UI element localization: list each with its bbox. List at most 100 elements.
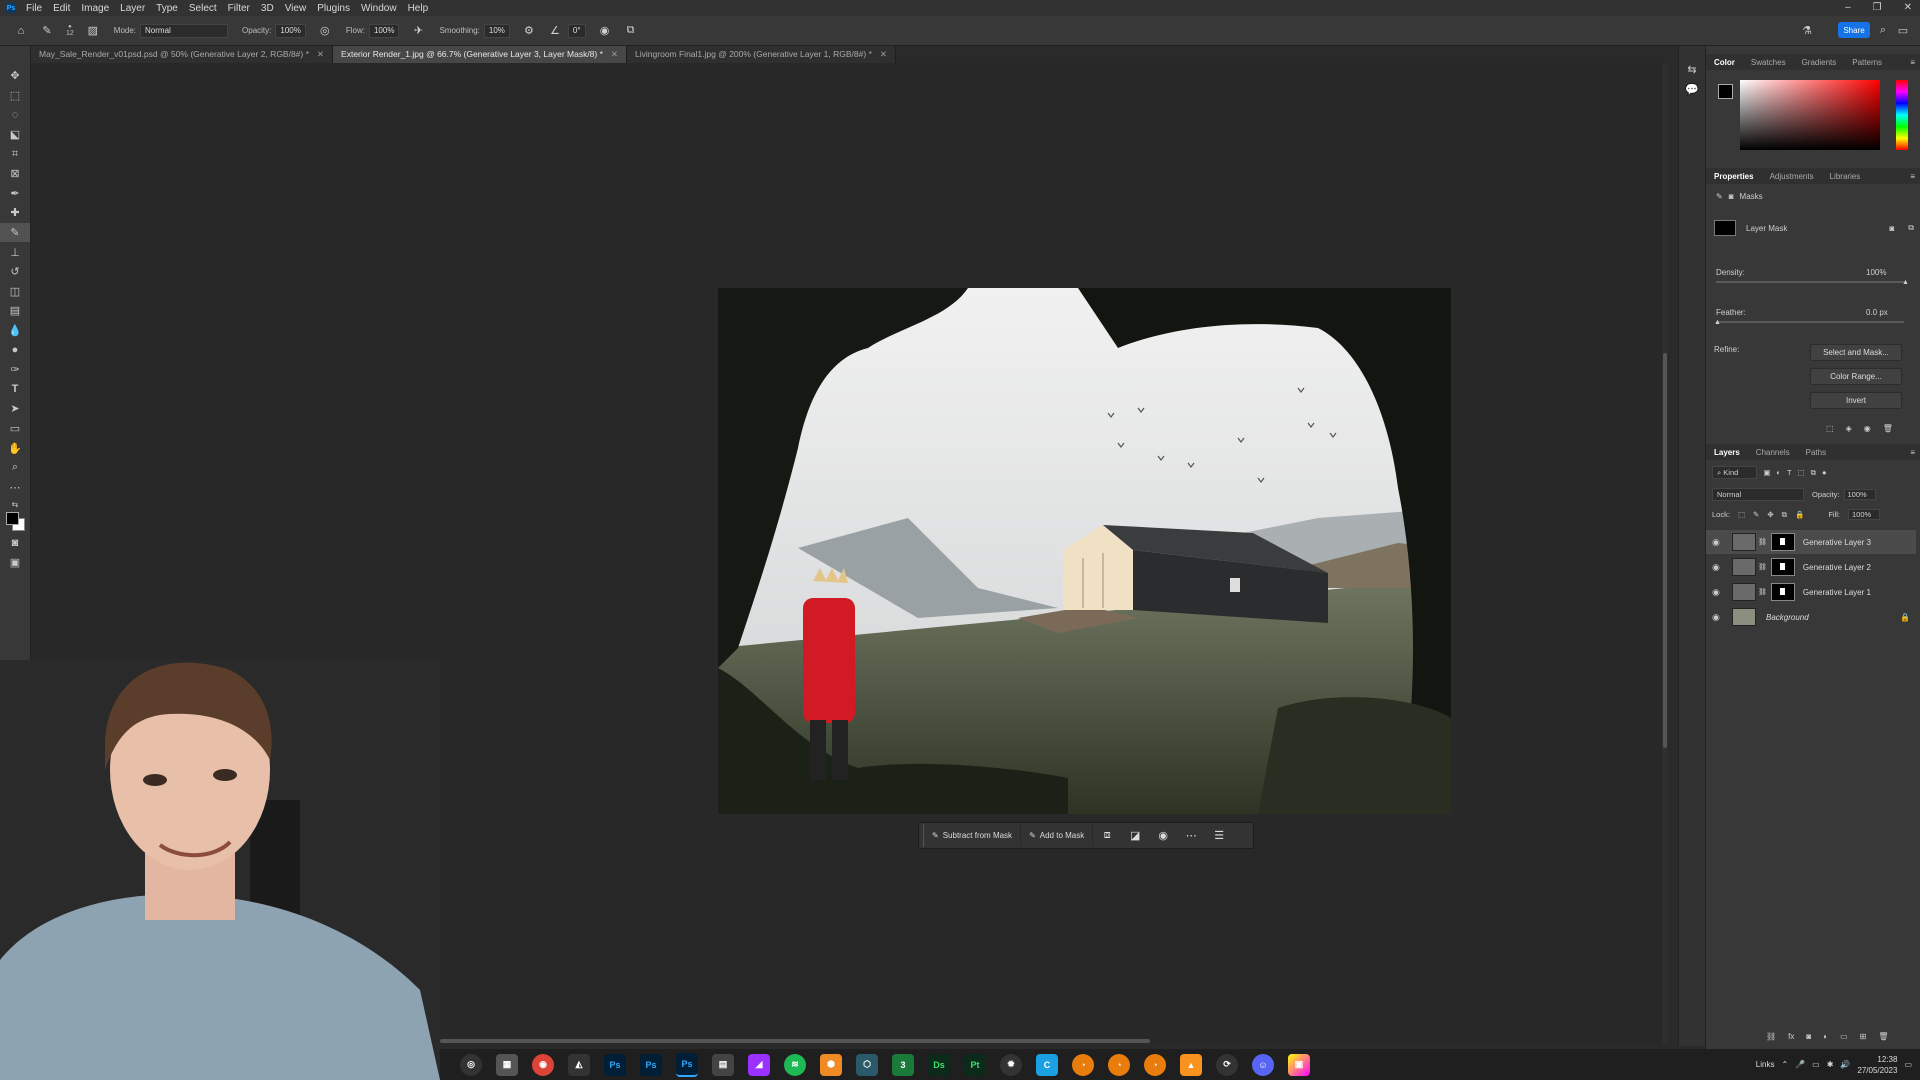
tab-color[interactable]: Color (1706, 58, 1743, 67)
select-pixel-mask-icon[interactable]: ◙ (1889, 224, 1894, 233)
app-purple-icon[interactable]: ◢ (748, 1053, 770, 1076)
adjustment-layer-icon[interactable]: ◐ (1823, 1032, 1828, 1041)
lock-position-icon[interactable]: ✥ (1767, 510, 1773, 519)
lock-transparent-icon[interactable]: ⬚ (1738, 510, 1745, 519)
photoshop-icon[interactable]: Ps (604, 1053, 626, 1076)
layer-mask-thumbnail[interactable] (1770, 558, 1795, 576)
tab-gradients[interactable]: Gradients (1794, 58, 1845, 67)
subtract-from-mask-button[interactable]: ✎ Subtract from Mask (924, 824, 1022, 847)
search-icon[interactable]: ⌕ (1876, 23, 1890, 37)
app-c-icon[interactable]: C (1036, 1053, 1058, 1076)
tab-may-sale-render[interactable]: May_Sale_Render_v01psd.psd @ 50% (Genera… (31, 46, 334, 63)
app-3-icon[interactable]: 3 (892, 1053, 914, 1076)
close-window-icon[interactable]: ✕ (1904, 2, 1912, 13)
tab-livingroom-final[interactable]: Livingroom Final1.jpg @ 200% (Generative… (627, 46, 896, 63)
painter-icon[interactable]: Pt (964, 1053, 986, 1076)
network-icon[interactable]: ▭ (1812, 1060, 1820, 1069)
filter-shape-icon[interactable]: ⬚ (1798, 468, 1805, 477)
toolbar-grip[interactable] (0, 46, 30, 66)
blender-3-icon[interactable]: ◔ (1144, 1053, 1166, 1076)
rectangle-tool-icon[interactable]: ▭ (0, 419, 30, 439)
lasso-tool-icon[interactable]: ◌ (0, 105, 30, 125)
tab-paths[interactable]: Paths (1798, 448, 1834, 457)
app-icon-4[interactable]: ◭ (568, 1053, 590, 1076)
pen-tool-icon[interactable]: ✑ (0, 360, 30, 380)
eye-icon[interactable]: ◉ (1712, 562, 1728, 573)
filter-toggle-icon[interactable]: ● (1822, 468, 1827, 477)
flask-icon[interactable]: ⚗ (1800, 23, 1814, 37)
layer-mask-thumbnail[interactable] (1714, 220, 1736, 236)
add-to-mask-button[interactable]: ✎ Add to Mask (1021, 824, 1094, 847)
foreground-color-swatch[interactable] (6, 512, 19, 526)
load-selection-icon[interactable]: ⬚ (1826, 424, 1834, 433)
minimize-icon[interactable]: – (1845, 2, 1851, 13)
share-button[interactable]: Share (1838, 22, 1870, 38)
lock-image-icon[interactable]: ✎ (1753, 510, 1759, 519)
eraser-tool-icon[interactable]: ◫ (0, 282, 30, 302)
blur-tool-icon[interactable]: 💧 (0, 321, 30, 341)
menu-select[interactable]: Select (189, 3, 217, 14)
more-tools-icon[interactable]: ⋯ (0, 477, 30, 497)
eyedropper-tool-icon[interactable]: ✒ (0, 184, 30, 204)
link-icon[interactable]: ⛓ (1758, 588, 1767, 596)
close-icon[interactable]: ✕ (880, 46, 887, 63)
smoothing-settings-icon[interactable]: ⚙ (522, 24, 536, 38)
more-options-icon[interactable]: ⋯ (1177, 824, 1205, 847)
apply-mask-icon[interactable]: ◈ (1846, 424, 1852, 433)
home-icon[interactable]: ⌂ (14, 24, 28, 38)
select-and-mask-button[interactable]: Select and Mask... (1810, 344, 1902, 361)
photoshop-logo-icon[interactable]: Ps (6, 3, 16, 13)
layer-mask-thumbnail[interactable] (1770, 533, 1795, 551)
fill-field[interactable]: 100% (1848, 509, 1881, 520)
comments-panel-icon[interactable]: 💬 (1679, 80, 1705, 100)
flow-field[interactable]: 100% (368, 23, 400, 38)
bluetooth-icon[interactable]: ✱ (1827, 1060, 1834, 1069)
visibility-icon[interactable]: ◉ (1864, 424, 1871, 433)
notifications-icon[interactable]: ▭ (1904, 1060, 1912, 1069)
menu-help[interactable]: Help (408, 3, 429, 14)
vertical-scrollbar-thumb[interactable] (1663, 353, 1667, 748)
tab-channels[interactable]: Channels (1748, 448, 1798, 457)
move-tool-icon[interactable]: ✥ (0, 66, 30, 86)
mask-options-icon[interactable]: ⧈ (1093, 824, 1121, 847)
app-icon-1[interactable]: ◎ (460, 1053, 482, 1076)
mode-select[interactable]: Normal (140, 23, 229, 38)
menu-plugins[interactable]: Plugins (317, 3, 350, 14)
feather-slider[interactable] (1716, 321, 1904, 323)
screen-mode-icon[interactable]: ▣ (0, 553, 30, 573)
eye-icon[interactable]: ◉ (1712, 587, 1728, 598)
menu-type[interactable]: Type (156, 3, 178, 14)
kind-filter-select[interactable]: ⌕ Kind (1712, 466, 1758, 479)
layer-opacity-field[interactable]: 100% (1843, 489, 1876, 500)
opacity-field[interactable]: 100% (275, 23, 306, 38)
notes-icon[interactable]: ▤ (712, 1053, 734, 1076)
panel-menu-icon[interactable]: ≡ (1910, 58, 1915, 67)
spotify-icon[interactable]: ≋ (784, 1053, 806, 1076)
invert-mask-icon[interactable]: ◪ (1121, 824, 1149, 847)
blender-2-icon[interactable]: ◔ (1108, 1053, 1130, 1076)
photoshop-active-icon[interactable]: Ps (676, 1052, 698, 1077)
menu-3d[interactable]: 3D (261, 3, 274, 14)
tab-libraries[interactable]: Libraries (1822, 172, 1869, 181)
menu-view[interactable]: View (285, 3, 307, 14)
menu-edit[interactable]: Edit (53, 3, 70, 14)
blend-mode-select[interactable]: Normal (1712, 488, 1804, 501)
healing-brush-tool-icon[interactable]: ✚ (0, 203, 30, 223)
density-value[interactable]: 100% (1866, 268, 1886, 277)
tab-exterior-render[interactable]: Exterior Render_1.jpg @ 66.7% (Generativ… (333, 46, 628, 63)
history-panel-icon[interactable]: ⇆ (1679, 60, 1705, 80)
add-mask-icon[interactable]: ◙ (1806, 1032, 1811, 1041)
color-swatches[interactable] (0, 511, 30, 533)
document-image[interactable] (718, 288, 1451, 814)
path-selection-tool-icon[interactable]: ➤ (0, 399, 30, 419)
color-picker-field[interactable] (1740, 80, 1880, 150)
eye-icon[interactable]: ◉ (1712, 612, 1728, 623)
brush-preset-picker[interactable]: ● 12 (66, 24, 74, 37)
lock-all-icon[interactable]: 🔒 (1795, 510, 1804, 519)
history-brush-tool-icon[interactable]: ↺ (0, 262, 30, 282)
menu-image[interactable]: Image (81, 3, 109, 14)
apply-vector-mask-icon[interactable]: ⧉ (1908, 223, 1914, 233)
filter-smart-object-icon[interactable]: ⧉ (1811, 468, 1816, 478)
feather-slider-handle[interactable]: ▲ (1714, 319, 1721, 326)
chrome-icon[interactable]: ◉ (532, 1053, 554, 1076)
